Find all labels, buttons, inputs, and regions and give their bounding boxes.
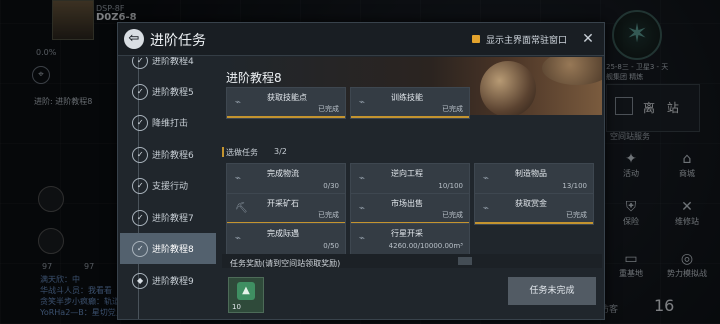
tutorial-title: 进阶教程8 [226,71,282,85]
reward-skill-icon: ▲ [237,282,255,300]
task-name: 逆向工程 [391,169,423,178]
sidebar-item-label: 支援行动 [152,182,189,192]
optional-tasks-count: 3/2 [274,147,287,156]
mining-icon: ⛏ [235,203,248,214]
show-on-main-checkbox[interactable] [472,35,480,43]
task-incomplete-button[interactable]: 任务未完成 [508,277,596,305]
task-name: 行星开采 [391,229,423,238]
check-icon: ✓ [128,57,152,73]
task-name: 获取技能点 [267,93,307,102]
task-progress-bar [351,116,469,118]
task-status: 已完成 [442,105,463,113]
task-icon: ⌁ [359,173,366,184]
advanced-tasks-dialog: ⇦ 进阶任务 显示主界面常驻窗口 ✕ ✓ 进阶教程4 ✓ 进阶教程5 ✓ 降维打… [117,22,605,320]
banner-planet-image [480,61,536,115]
sidebar-item-label: 进阶教程8 [152,245,194,255]
reward-label: 任务奖励(请到空间站领取奖励) [230,259,341,268]
sidebar-item-tutorial-8[interactable]: ✓ 进阶教程8 [120,233,216,264]
sidebar-item-label: 降维打击 [152,119,189,129]
task-icon: ⌁ [235,97,242,108]
back-arrow-icon[interactable]: ⇦ [124,29,144,49]
task-name: 市场出售 [391,199,423,208]
dialog-header: ⇦ 进阶任务 显示主界面常驻窗口 ✕ [118,23,604,56]
task-status: 已完成 [318,211,339,219]
task-name: 开采矿石 [267,199,299,208]
banner-station-image [542,57,602,85]
main-task-card[interactable]: ⌁ 训练技能 已完成 [350,87,470,119]
task-status: 已完成 [318,105,339,113]
close-icon[interactable]: ✕ [578,29,598,49]
optional-task-card[interactable]: ⌁ 市场出售 已完成 [350,193,470,225]
optional-task-card[interactable]: ⌁ 获取赏金 已完成 [474,193,594,225]
sidebar-item-tutorial-6[interactable]: ✓ 进阶教程6 [120,139,216,170]
sidebar-item-label: 进阶教程6 [152,151,194,161]
main-task-card[interactable]: ⌁ 获取技能点 已完成 [226,87,346,119]
task-icon: ⌁ [359,233,366,244]
reward-item[interactable]: ▲ 10 [228,277,264,313]
task-status: 已完成 [442,211,463,219]
sidebar-item-support-op[interactable]: ✓ 支援行动 [120,170,216,201]
task-icon: ⌁ [235,173,242,184]
task-icon: ⌁ [483,203,490,214]
task-progress: 0/50 [323,242,339,250]
task-progress: 4260.00/10000.00m³ [388,242,463,250]
tutorial-content: 进阶教程8 ⌁ 获取技能点 已完成 ⌁ 训练技能 已完成 选做任务 3/2 ⌁ … [222,57,602,319]
section-marker [222,147,224,157]
optional-task-card[interactable]: ⌁ 制造物品 13/100 [474,163,594,195]
task-name: 获取赏金 [515,199,547,208]
optional-task-card[interactable]: ⌁ 完成物流 0/30 [226,163,346,195]
check-icon: ✓ [128,80,152,104]
task-name: 完成物流 [267,169,299,178]
optional-task-card[interactable]: ⛏ 开采矿石 已完成 [226,193,346,225]
task-icon: ⌁ [235,233,242,244]
sidebar-item-label: 进阶教程5 [152,88,194,98]
task-icon: ⌁ [483,173,490,184]
sidebar-item-tutorial-9[interactable]: ◆ 进阶教程9 [120,265,216,296]
sidebar-item-label: 进阶教程4 [152,57,194,67]
tutorial-sidebar: ✓ 进阶教程4 ✓ 进阶教程5 ✓ 降维打击 ✓ 进阶教程6 ✓ 支援行动 ✓ … [120,57,216,319]
check-icon: ✓ [128,174,152,198]
task-name: 制造物品 [515,169,547,178]
task-progress: 10/100 [438,182,463,190]
optional-task-card[interactable]: ⌁ 逆向工程 10/100 [350,163,470,195]
show-on-main-label[interactable]: 显示主界面常驻窗口 [486,33,567,46]
optional-task-card[interactable]: ⌁ 行星开采 4260.00/10000.00m³ [350,223,470,255]
optional-task-card[interactable]: ⌁ 完成际遇 0/50 [226,223,346,255]
check-icon: ✓ [128,206,152,230]
sidebar-item-tutorial-5[interactable]: ✓ 进阶教程5 [120,76,216,107]
task-name: 完成际遇 [267,229,299,238]
check-icon: ✓ [128,237,152,261]
task-progress: 0/30 [323,182,339,190]
lock-icon: ◆ [128,269,152,293]
task-progress-bar [475,222,593,224]
sidebar-item-dimension-strike[interactable]: ✓ 降维打击 [120,107,216,138]
check-icon: ✓ [128,143,152,167]
sidebar-item-tutorial-7[interactable]: ✓ 进阶教程7 [120,202,216,233]
dialog-title: 进阶任务 [150,33,206,49]
check-icon: ✓ [128,111,152,135]
task-icon: ⌁ [359,203,366,214]
reward-info-chip[interactable] [458,257,472,265]
task-icon: ⌁ [359,97,366,108]
task-status: 已完成 [566,211,587,219]
reward-quantity: 10 [232,303,241,311]
sidebar-item-tutorial-4[interactable]: ✓ 进阶教程4 [120,57,216,76]
task-name: 训练技能 [391,93,423,102]
optional-tasks-label: 选做任务 [226,148,258,157]
task-progress-bar [227,116,345,118]
sidebar-item-label: 进阶教程9 [152,277,194,287]
task-progress: 13/100 [562,182,587,190]
sidebar-item-label: 进阶教程7 [152,214,194,224]
